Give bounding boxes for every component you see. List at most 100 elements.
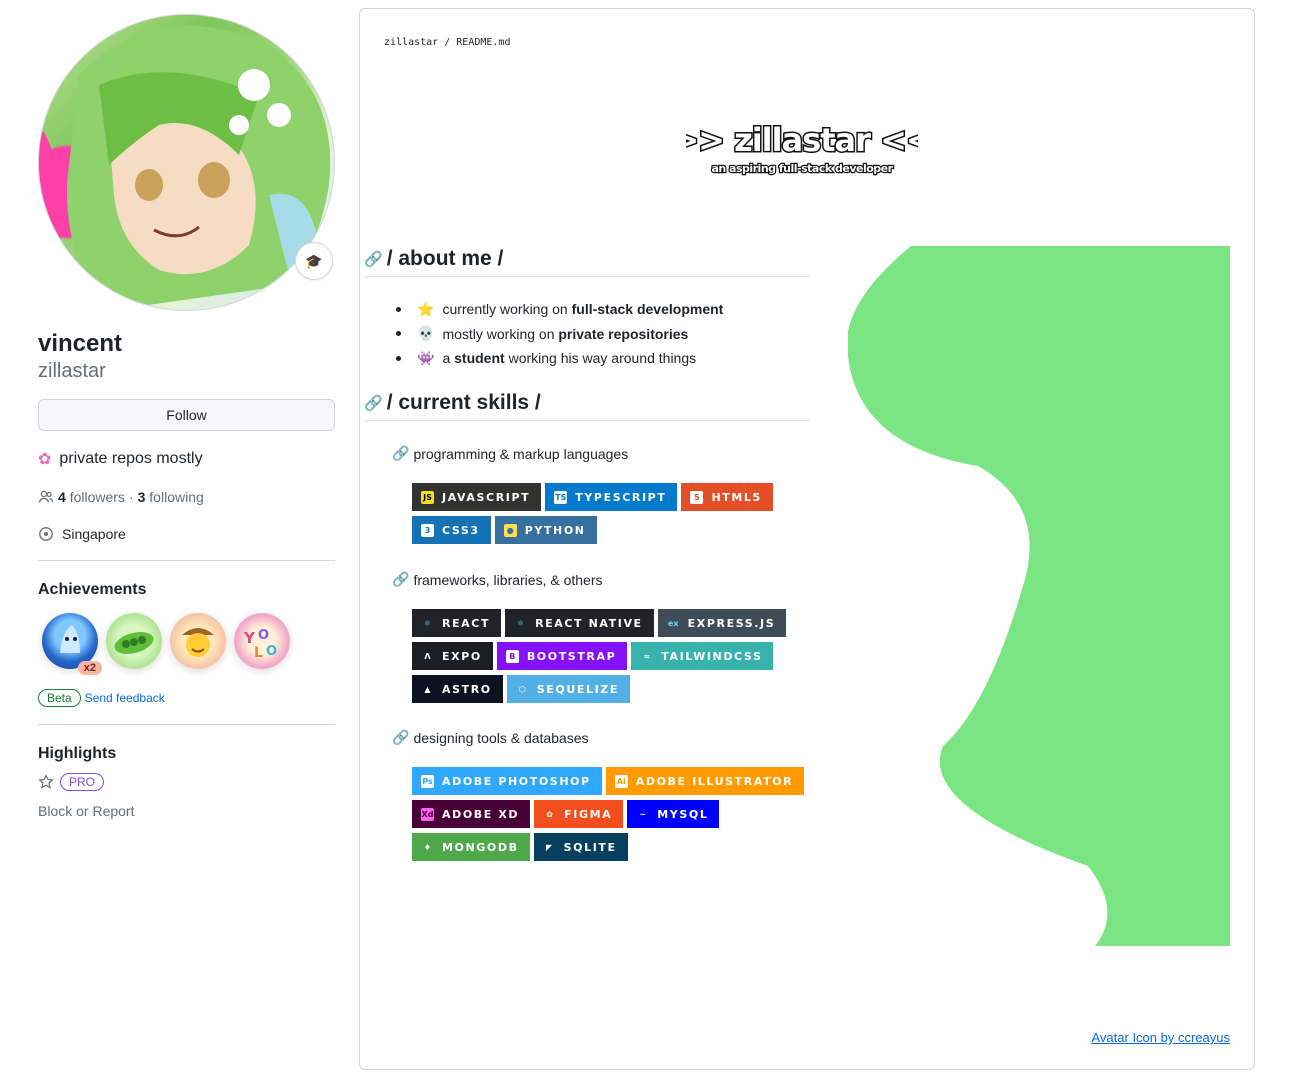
following-count: 3 — [137, 489, 146, 505]
skill-badge-mysql: ~ MYSQL — [627, 800, 720, 828]
about-text-bold: private repositories — [558, 325, 689, 342]
about-text-pre: a — [442, 350, 451, 367]
skill-badge-tailwindcss: ≈ TAILWINDCSS — [631, 642, 774, 670]
anchor-link-icon[interactable]: 🔗 — [364, 394, 383, 412]
astro-icon: ▲ — [424, 684, 431, 694]
adobe-xd-icon: Xd — [421, 807, 434, 821]
skills-heading: 🔗 / current skills / — [364, 391, 810, 421]
svg-text:O: O — [266, 644, 277, 659]
star-icon — [38, 774, 54, 789]
skill-badge-label: SQLITE — [563, 840, 617, 854]
achievements-feedback: Beta Send feedback — [38, 689, 335, 707]
status-badge[interactable]: 🎓 — [295, 242, 333, 280]
pea-pod-achievement[interactable] — [106, 613, 162, 669]
skill-badge-label: ADOBE XD — [442, 807, 520, 821]
react-icon: ⚛ — [423, 618, 432, 628]
breadcrumb-file[interactable]: README.md — [456, 37, 510, 48]
sidebar-divider — [38, 560, 335, 561]
skill-group-title-text: frameworks, libraries, & others — [413, 571, 603, 588]
skill-badge-figma: ✿ FIGMA — [534, 800, 624, 828]
skill-badge-label: MYSQL — [657, 807, 709, 821]
profile-bio: ✿ private repos mostly — [38, 449, 335, 469]
followers-count: 4 — [58, 489, 66, 505]
badge-row: ⚛ REACT ⚛ REACT NATIVE ex EXPRESS.JS — [412, 609, 787, 637]
express-js-icon: ex — [667, 618, 679, 628]
achievements-title[interactable]: Achievements — [38, 581, 335, 599]
sidebar-divider — [38, 724, 335, 725]
about-text: a student working his way around things — [442, 350, 696, 366]
profile-location: Singapore — [38, 526, 335, 542]
skill-badges: JS JAVASCRIPT TS TYPESCRIPT 5 HTML5 3 CSS3 ● PYTH… — [412, 483, 773, 544]
cowboy-achievement[interactable] — [170, 613, 226, 669]
bullet — [396, 306, 401, 312]
about-item: ⭐ currently working on full-stack develop… — [396, 297, 723, 322]
skill-badge-label: ADOBE PHOTOSHOP — [442, 774, 591, 788]
skill-badge-react-native: ⚛ REACT NATIVE — [505, 609, 654, 637]
skill-badge-label: HTML5 — [711, 490, 762, 504]
avatar-credit-link[interactable]: Avatar Icon by ccreayus — [1092, 1030, 1231, 1045]
anchor-link-icon[interactable]: 🔗 — [364, 250, 383, 268]
skill-badge-label: MONGODB — [442, 840, 519, 854]
breadcrumb-separator: / — [444, 37, 451, 48]
skill-badge-astro: ▲ ASTRO — [412, 675, 503, 703]
skill-badge-label: FIGMA — [564, 807, 613, 821]
location-text: Singapore — [62, 526, 126, 542]
send-feedback-link[interactable]: Send feedback — [85, 691, 165, 705]
anchor-link-icon[interactable]: 🔗 — [392, 729, 409, 746]
beta-label: Beta — [38, 689, 81, 707]
about-emoji-icon: ⭐ — [417, 300, 435, 317]
stats-separator: · — [128, 489, 134, 505]
anchor-link-icon[interactable]: 🔗 — [392, 571, 409, 588]
skill-badge-adobe-photoshop: Ps ADOBE PHOTOSHOP — [412, 767, 602, 795]
skill-badge-label: ASTRO — [442, 682, 492, 696]
sequelize-icon: ⬡ — [518, 684, 526, 694]
following-link[interactable]: 3 following — [138, 489, 204, 505]
about-heading: 🔗 / about me / — [364, 247, 810, 277]
skill-badge-label: REACT NATIVE — [535, 616, 643, 630]
badge-row: ▲ ASTRO ⬡ SEQUELIZE — [412, 675, 786, 703]
bullet — [396, 331, 401, 337]
shark-achievement[interactable]: x2 — [42, 613, 102, 675]
about-emoji-icon: 💀 — [417, 325, 435, 342]
about-text-post: working his way around things — [508, 350, 697, 367]
badge-row: 3 CSS3 ● PYTHON — [412, 516, 773, 544]
about-item: 💀 mostly working on private repositories — [396, 322, 723, 347]
tailwindcss-icon: ≈ — [643, 651, 651, 661]
skill-badge-label: TYPESCRIPT — [575, 490, 667, 504]
location-pin-icon — [39, 527, 53, 541]
badge-row: ♦ MONGODB ◤ SQLITE — [412, 833, 804, 861]
readme-banner: >> zillastar << an aspiring full-stack d… — [671, 113, 934, 185]
follow-button[interactable]: Follow — [38, 399, 335, 431]
yolo-achievement[interactable]: YOLO — [234, 613, 290, 669]
python-icon: ● — [503, 523, 517, 537]
badge-row: Xd ADOBE XD ✿ FIGMA ~ MYSQL — [412, 800, 804, 828]
skill-group-title-text: programming & markup languages — [413, 445, 629, 462]
skill-badge-javascript: JS JAVASCRIPT — [412, 483, 542, 511]
block-or-report-link[interactable]: Block or Report — [38, 803, 335, 819]
skills-heading-text: / current skills / — [386, 391, 541, 414]
about-text: mostly working on private repositories — [442, 326, 688, 342]
skill-group-title: 🔗 frameworks, libraries, & others — [392, 571, 603, 588]
followers-link[interactable]: 4 followers — [58, 489, 125, 505]
skill-badge-sqlite: ◤ SQLITE — [533, 833, 628, 861]
about-item: 👾 a student working his way around things — [396, 346, 723, 371]
svg-text:O: O — [258, 628, 269, 643]
anchor-link-icon[interactable]: 🔗 — [392, 445, 409, 462]
skill-badge-expo: Λ EXPO — [412, 642, 493, 670]
breadcrumb-owner[interactable]: zillastar — [384, 37, 438, 48]
css3-icon: 3 — [421, 523, 434, 537]
banner-title: >> zillastar << — [686, 121, 918, 159]
decorative-wave — [846, 246, 1230, 946]
react-native-icon: ⚛ — [516, 618, 525, 628]
pro-badge: PRO — [60, 773, 105, 791]
about-text-bold: student — [454, 350, 505, 367]
bio-text: private repos mostly — [59, 450, 203, 467]
figma-icon: ✿ — [546, 809, 553, 819]
skill-badge-adobe-illustrator: Ai ADOBE ILLUSTRATOR — [605, 767, 805, 795]
skill-badge-label: CSS3 — [442, 523, 480, 537]
expo-icon: Λ — [424, 651, 431, 661]
profile-sidebar: 🎓 vincent zillastar Follow ✿ private rep… — [38, 14, 335, 819]
about-text: currently working on full-stack developm… — [442, 301, 723, 317]
avatar[interactable] — [38, 14, 335, 311]
skill-badges: ⚛ REACT ⚛ REACT NATIVE ex EXPRESS.JS Λ EXPO B BOO… — [412, 609, 787, 703]
